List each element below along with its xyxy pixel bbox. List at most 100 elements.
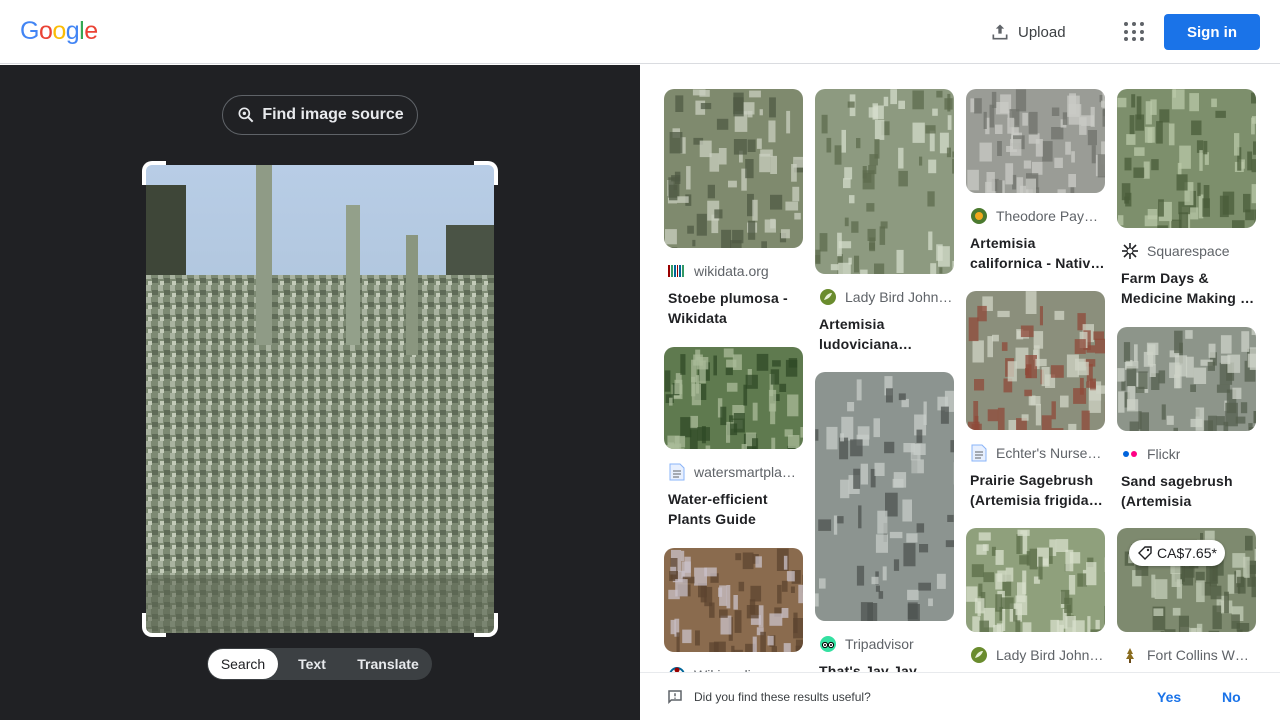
result-source[interactable]: Lady Bird John… xyxy=(815,288,954,306)
result-title[interactable]: Farm Days & Medicine Making … xyxy=(1117,268,1256,308)
price-text: CA$7.65* xyxy=(1157,545,1217,561)
result-thumbnail[interactable] xyxy=(966,291,1105,430)
upload-icon xyxy=(992,24,1008,40)
find-image-source-label: Find image source xyxy=(262,106,404,123)
logo-letter: e xyxy=(84,17,98,45)
result-card[interactable]: Theodore Pay… Artemisia californica - Nat… xyxy=(966,89,1105,273)
plant-photo xyxy=(1117,327,1256,431)
result-source-name: watersmartpla… xyxy=(694,464,796,480)
apps-dot xyxy=(1140,37,1144,42)
result-source[interactable]: Lady Bird John… xyxy=(966,646,1105,664)
doc-icon xyxy=(970,444,988,462)
top-bar: Google Upload Sign in xyxy=(0,0,1280,64)
logo-letter: o xyxy=(52,17,66,45)
ladybird-icon xyxy=(970,646,988,664)
result-source-name: Tripadvisor xyxy=(845,636,914,652)
result-thumbnail[interactable] xyxy=(815,372,954,621)
result-card[interactable]: Squarespace Farm Days & Medicine Making … xyxy=(1117,89,1256,308)
result-source-name: Lady Bird John… xyxy=(845,289,953,305)
result-card[interactable]: Lady Bird John… Artemisia ludoviciana… xyxy=(815,89,954,354)
plant-photo xyxy=(966,89,1105,193)
result-thumbnail[interactable] xyxy=(966,89,1105,193)
result-source[interactable]: Flickr xyxy=(1117,445,1256,463)
result-card[interactable]: Echter's Nurse… Prairie Sagebrush (Artemi… xyxy=(966,291,1105,510)
result-thumbnail[interactable] xyxy=(664,347,803,449)
result-thumbnail[interactable] xyxy=(664,89,803,248)
plant-photo xyxy=(664,548,803,652)
result-title[interactable]: Water-efficient Plants Guide xyxy=(664,489,803,529)
feedback-bar: Did you find these results useful? Yes N… xyxy=(640,672,1280,720)
plant-photo xyxy=(815,372,954,621)
google-logo[interactable]: Google xyxy=(20,17,98,46)
plant-photo xyxy=(664,347,803,449)
result-title[interactable]: Artemisia californica - Nativ… xyxy=(966,233,1105,273)
result-thumbnail[interactable] xyxy=(664,548,803,652)
feedback-no-button[interactable]: No xyxy=(1222,689,1241,705)
plant-photo xyxy=(815,89,954,274)
result-title[interactable]: Sand sagebrush (Artemisia filifolia… xyxy=(1117,471,1256,511)
result-source-name: Echter's Nurse… xyxy=(996,445,1102,461)
result-source[interactable]: wikidata.org xyxy=(664,262,803,280)
lens-mode-tabs: Search Text Translate xyxy=(207,648,432,680)
result-thumbnail[interactable]: CA$7.65* xyxy=(1117,528,1256,632)
feedback-question: Did you find these results useful? xyxy=(694,689,871,704)
sign-in-button[interactable]: Sign in xyxy=(1164,14,1260,50)
result-source[interactable]: Tripadvisor xyxy=(815,635,954,653)
query-image-pane: Find image source Search Text Translate xyxy=(0,65,640,720)
plant-photo xyxy=(966,528,1105,632)
result-title[interactable]: Stoebe plumosa - Wikidata xyxy=(664,288,803,328)
apps-dot xyxy=(1132,29,1136,34)
lens-search-icon xyxy=(238,107,254,123)
upload-button[interactable]: Upload xyxy=(990,18,1066,46)
find-image-source-button[interactable]: Find image source xyxy=(222,95,418,135)
tab-translate[interactable]: Translate xyxy=(346,649,430,679)
query-image[interactable] xyxy=(146,165,494,633)
result-card[interactable]: Flickr Sand sagebrush (Artemisia filifoli… xyxy=(1117,327,1256,511)
result-card[interactable]: Lady Bird John… xyxy=(966,528,1105,664)
result-thumbnail[interactable] xyxy=(815,89,954,274)
crop-handle-bottom-left[interactable] xyxy=(142,613,166,637)
flickr-icon xyxy=(1121,445,1139,463)
price-tag-icon xyxy=(1138,546,1152,560)
result-source-name: Squarespace xyxy=(1147,243,1230,259)
tripadvisor-icon xyxy=(819,635,837,653)
result-card[interactable]: CA$7.65* Fort Collins W… xyxy=(1117,528,1256,664)
crop-handle-top-left[interactable] xyxy=(142,161,166,185)
crop-handle-top-right[interactable] xyxy=(474,161,498,185)
result-source[interactable]: Theodore Pay… xyxy=(966,207,1105,225)
result-thumbnail[interactable] xyxy=(1117,89,1256,228)
result-thumbnail[interactable] xyxy=(966,528,1105,632)
result-card[interactable]: Wikimedia… xyxy=(664,548,803,684)
result-thumbnail[interactable] xyxy=(1117,327,1256,431)
tab-text[interactable]: Text xyxy=(278,649,346,679)
result-source[interactable]: watersmartpla… xyxy=(664,463,803,481)
result-source[interactable]: Fort Collins W… xyxy=(1117,646,1256,664)
logo-letter: G xyxy=(20,17,39,45)
apps-dot xyxy=(1140,29,1144,34)
result-source-name: Theodore Pay… xyxy=(996,208,1098,224)
ladybird-icon xyxy=(819,288,837,306)
plant-photo xyxy=(664,89,803,248)
price-badge: CA$7.65* xyxy=(1129,540,1225,566)
crop-handle-bottom-right[interactable] xyxy=(474,613,498,637)
result-title[interactable]: Prairie Sagebrush (Artemisia frigida… xyxy=(966,470,1105,510)
apps-dot xyxy=(1132,22,1136,26)
visual-matches-grid: wikidata.org Stoebe plumosa - Wikidata Lad… xyxy=(640,65,1280,720)
google-apps-button[interactable] xyxy=(1118,18,1146,46)
apps-dot xyxy=(1140,22,1144,26)
doc-icon xyxy=(668,463,686,481)
tab-search[interactable]: Search xyxy=(208,649,278,679)
apps-dot xyxy=(1124,37,1128,42)
result-source[interactable]: Squarespace xyxy=(1117,242,1256,260)
result-source[interactable]: Echter's Nurse… xyxy=(966,444,1105,462)
result-source-name: Fort Collins W… xyxy=(1147,647,1249,663)
result-title[interactable]: Artemisia ludoviciana… xyxy=(815,314,954,354)
result-card[interactable]: watersmartpla… Water-efficient Plants Gui… xyxy=(664,347,803,529)
result-source-name: Flickr xyxy=(1147,446,1181,462)
fortcollins-icon xyxy=(1121,646,1139,664)
feedback-yes-button[interactable]: Yes xyxy=(1157,689,1181,705)
result-card[interactable]: TripadvisorThat's Jay Jay and… xyxy=(815,372,954,701)
wikidata-icon xyxy=(668,262,686,280)
sagebrush-photo xyxy=(146,165,494,633)
result-card[interactable]: wikidata.org Stoebe plumosa - Wikidata xyxy=(664,89,803,328)
